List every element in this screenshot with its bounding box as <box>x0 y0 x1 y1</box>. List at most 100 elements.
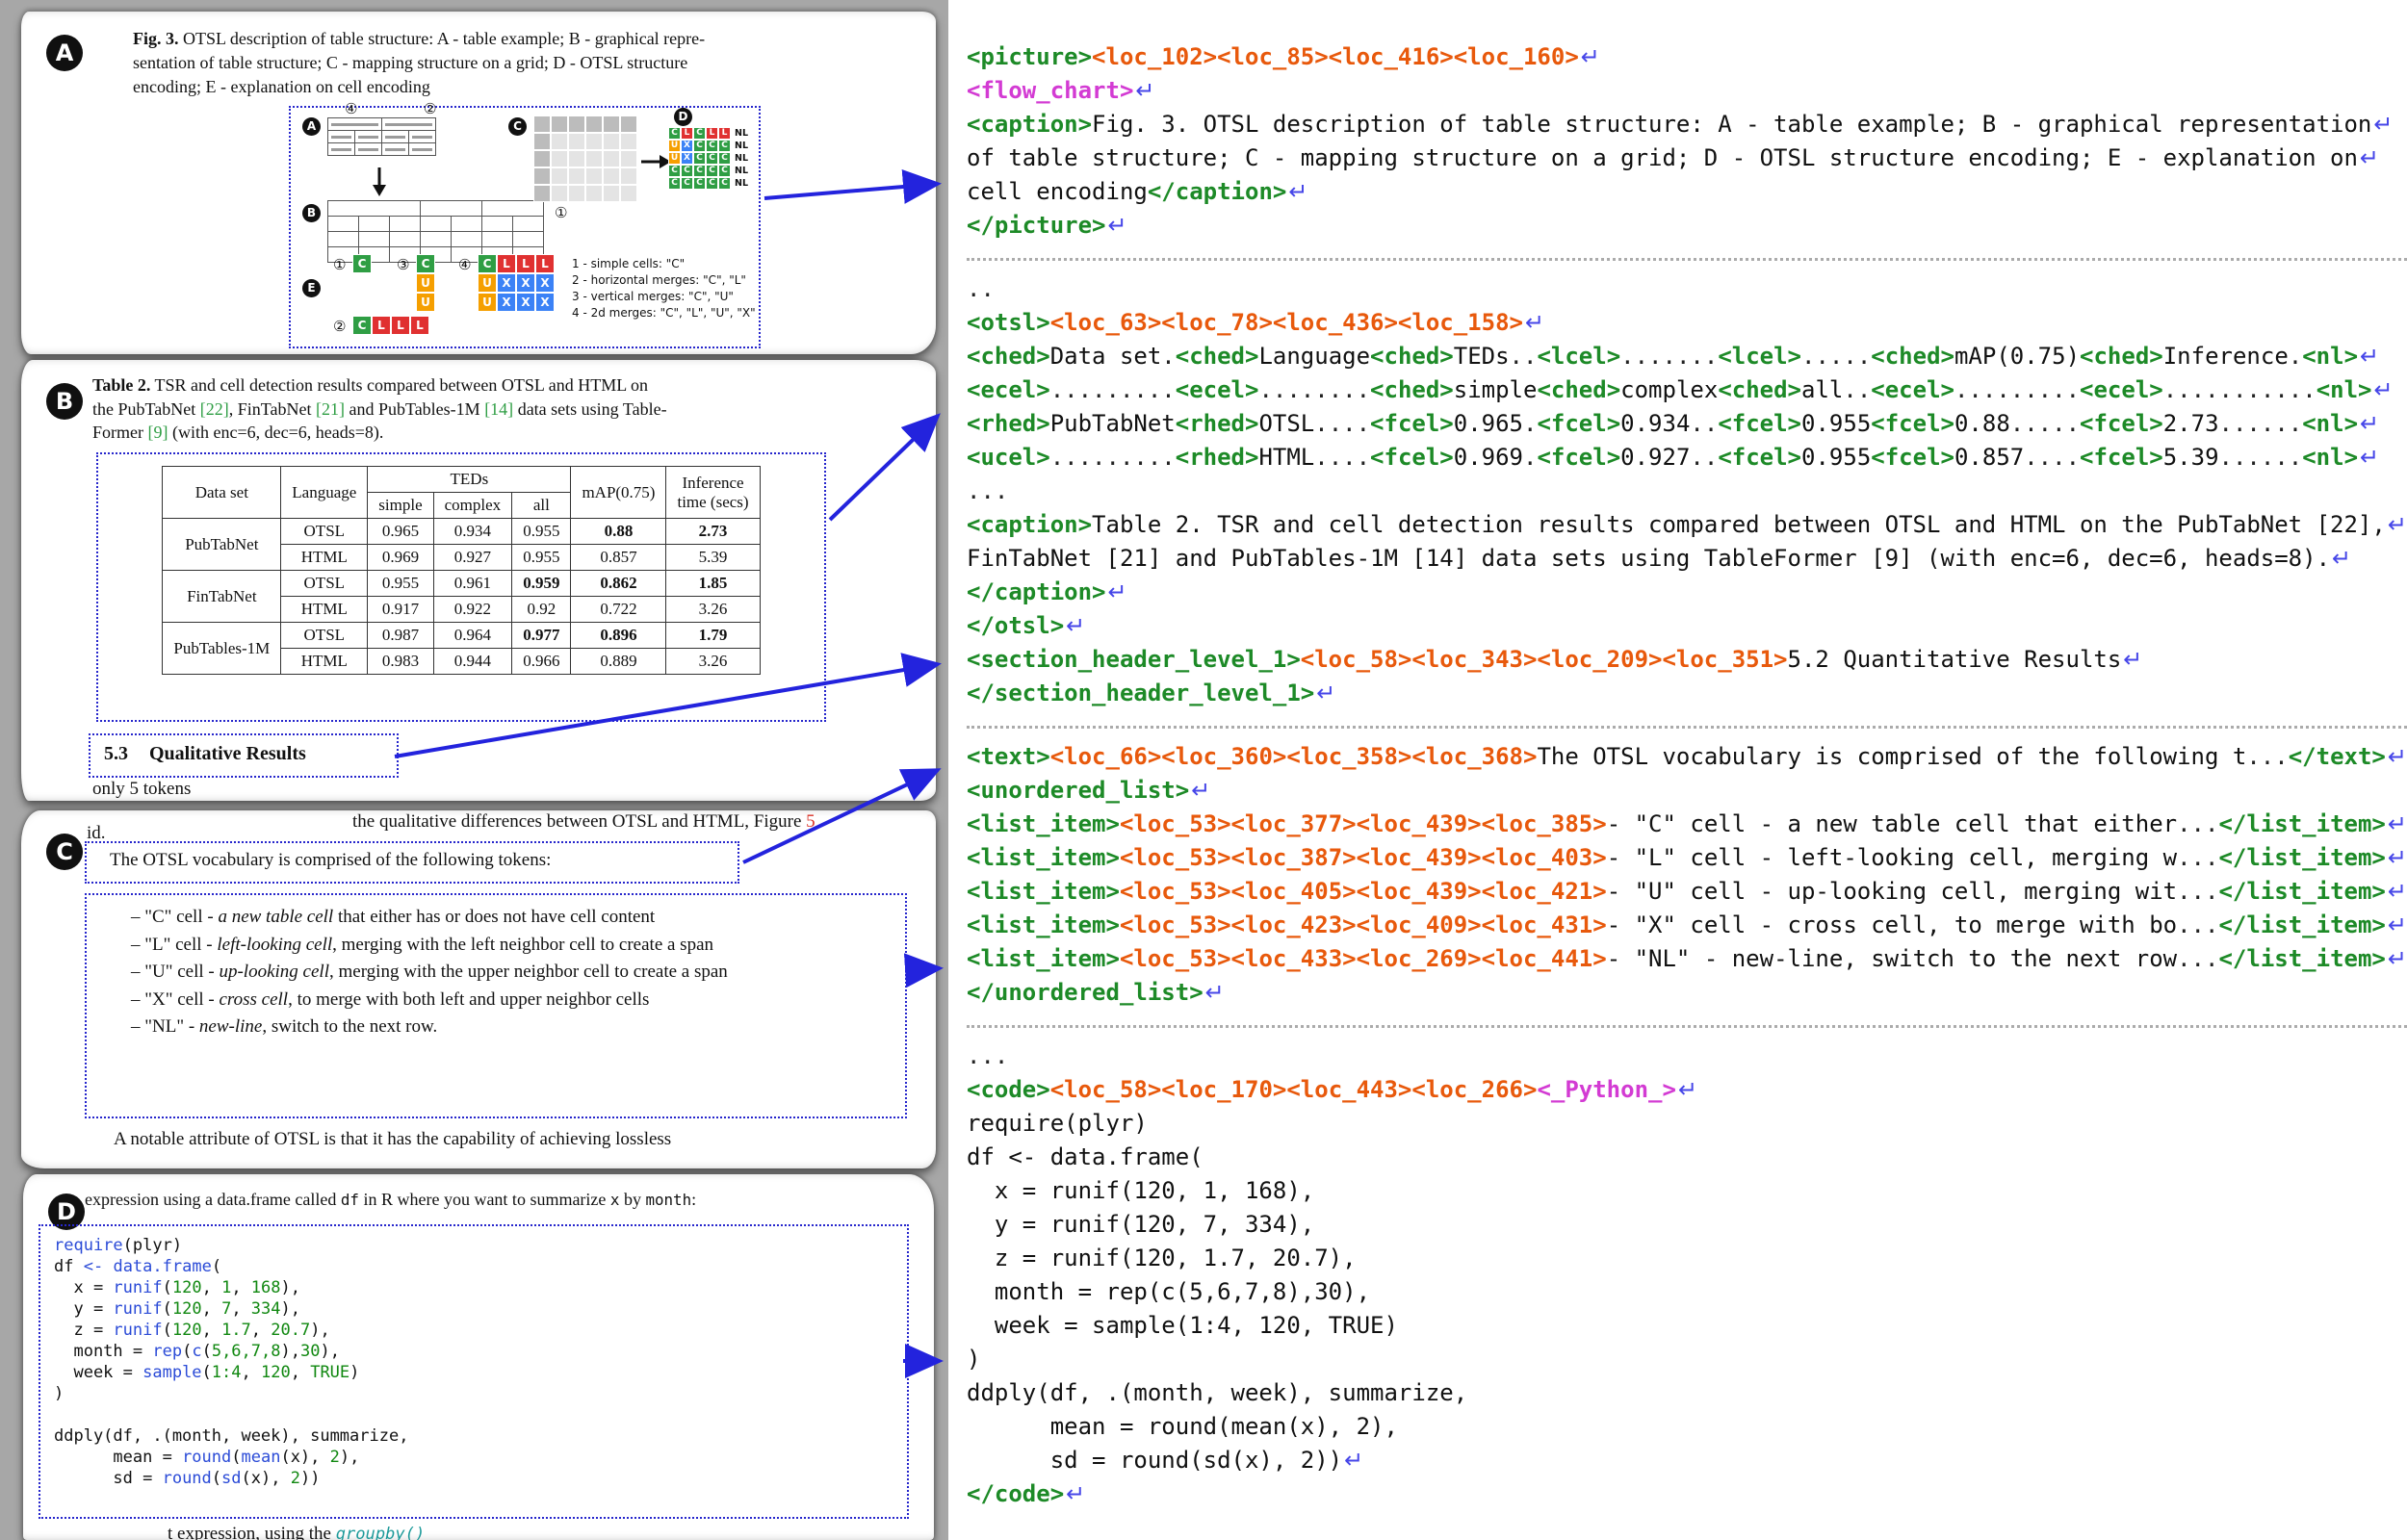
snippet-figure: A Fig. 3. OTSL description of table stru… <box>21 12 936 354</box>
text-segment: <loc_53><loc_377><loc_439><loc_385> <box>1120 810 1607 837</box>
text-segment: ), <box>320 1342 339 1361</box>
text-line: y = runif(120, 7, 334), <box>54 1298 893 1320</box>
text-segment: <fcel> <box>1537 444 1620 471</box>
text-segment: <ecel> <box>2080 376 2163 403</box>
table-example-mini <box>327 117 436 156</box>
text-segment: ), <box>281 1278 300 1297</box>
token-line: <ecel>.........<ecel>........<ched>simpl… <box>967 373 2407 407</box>
text-segment: Inference <box>2163 343 2289 370</box>
list-item: – "NL" - new-line, switch to the next ro… <box>110 1014 882 1040</box>
text-segment: ( <box>231 1448 241 1467</box>
text-segment: </caption> <box>967 578 1106 605</box>
text-segment: 0.955 <box>1801 410 1871 437</box>
return-icon: ↵ <box>1066 612 1085 639</box>
text-segment: ... <box>2177 911 2218 938</box>
text-segment: .. <box>1690 410 1718 437</box>
text-segment: 7 <box>221 1299 231 1319</box>
text-segment: . <box>2289 343 2302 370</box>
grid-row: CCCCCNL <box>668 165 748 177</box>
text-segment: [9] <box>148 423 168 442</box>
text-segment: . <box>1523 410 1537 437</box>
text-segment: ........... <box>2163 376 2316 403</box>
text-segment: ( <box>182 1342 192 1361</box>
text-segment: expression using a data.frame called <box>85 1190 341 1209</box>
text-segment: </list_item> <box>2218 810 2385 837</box>
text-segment: : <box>691 1190 696 1209</box>
example-3-cells: CUU <box>416 254 435 312</box>
grid-row: CLLL <box>352 316 429 335</box>
grid-row: CLCLLNL <box>668 127 748 140</box>
text-segment: week = <box>54 1363 142 1382</box>
section-header-region: 5.3Qualitative Results <box>89 733 399 778</box>
token-line: df <- data.frame( <box>967 1141 2407 1174</box>
text-segment: <loc_66><loc_360><loc_358><loc_368> <box>1050 743 1538 770</box>
text-segment: sd = round(sd(x), 2)) <box>967 1447 1342 1474</box>
return-icon: ↵ <box>2123 646 2142 673</box>
text-segment: ( <box>163 1299 172 1319</box>
vocab-list: – "C" cell - a new table cell that eithe… <box>110 905 882 1040</box>
text-segment: - "C" cell - a new table cell that eithe… <box>1607 810 2177 837</box>
text-segment: mAP(0.75) <box>1954 343 2080 370</box>
text-segment: 0.969 <box>1454 444 1523 471</box>
text-segment: ... <box>2177 810 2218 837</box>
text-segment: cell encoding <box>967 178 1148 205</box>
nl-label: NL <box>735 127 748 140</box>
text-segment: df <box>341 1191 359 1209</box>
text-segment: 5.2 Quantitative Results <box>1788 646 2122 673</box>
snippet-code: D expression using a data.frame called d… <box>23 1174 934 1540</box>
text-segment: <nl> <box>2316 376 2372 403</box>
token-line: <rhed>PubTabNet<rhed>OTSL....<fcel>0.965… <box>967 407 2407 441</box>
text-segment: sd <box>221 1469 241 1488</box>
text-segment: up-looking cell <box>219 962 329 982</box>
token-line: </otsl>↵ <box>967 609 2407 643</box>
text-segment: - "X" cell - cross cell, to merge with b… <box>1607 911 2177 938</box>
text-segment: <loc_58><loc_343><loc_209><loc_351> <box>1301 646 1788 673</box>
figure-3-diagram: A ④ ② B ① <box>289 106 761 348</box>
return-icon: ↵ <box>1678 1076 1697 1103</box>
return-icon: ↵ <box>2388 878 2407 905</box>
text-segment: 0.965 <box>1454 410 1523 437</box>
text-segment: <loc_53><loc_423><loc_409><loc_431> <box>1120 911 1607 938</box>
nl-label: NL <box>735 165 748 177</box>
table-2-caption: Table 2. TSR and cell detection results … <box>92 373 805 445</box>
return-icon: ↵ <box>2388 945 2407 972</box>
text-segment: <loc_63><loc_78><loc_436><loc_158> <box>1050 309 1523 336</box>
text-segment: , switch to the next row. <box>262 1016 437 1037</box>
token-section-1: <picture><loc_102><loc_85><loc_416><loc_… <box>967 33 2407 252</box>
token-line: </section_header_level_1>↵ <box>967 677 2407 710</box>
text-segment: in R where you want to summarize <box>359 1190 610 1209</box>
grid-row <box>533 116 637 133</box>
text-segment: <ucel> <box>967 444 1050 471</box>
grid-row: UXXX <box>478 293 555 312</box>
text-segment: the PubTabNet <box>92 399 200 419</box>
paper-snippets-pane: A Fig. 3. OTSL description of table stru… <box>0 0 948 1540</box>
token-line: </picture>↵ <box>967 209 2407 243</box>
text-segment: (with enc=6, dec=6, heads=8). <box>168 423 384 442</box>
example-1-cells: C <box>352 254 372 273</box>
return-icon: ↵ <box>1344 1447 1363 1474</box>
text-segment: ), <box>280 1342 299 1361</box>
nl-label: NL <box>735 177 748 190</box>
list-item: – "X" cell - cross cell, to merge with b… <box>110 988 882 1014</box>
text-segment: <fcel> <box>1370 444 1454 471</box>
snippet-text-list: C the qualitative differences between OT… <box>21 810 936 1168</box>
text-segment: <loc_58><loc_170><loc_443><loc_266> <box>1050 1076 1538 1103</box>
list-item: – "L" cell - left-looking cell, merging … <box>110 933 882 959</box>
token-line: cell encoding</caption>↵ <box>967 175 2407 209</box>
text-line <box>54 1404 893 1425</box>
text-line: ) <box>54 1383 893 1404</box>
text-segment: week = sample(1:4, 120, TRUE) <box>967 1312 1398 1339</box>
token-line: month = rep(c(5,6,7,8),30), <box>967 1275 2407 1309</box>
text-segment: </list_item> <box>2218 945 2385 972</box>
text-segment: <ched> <box>1537 376 1620 403</box>
text-segment: TRUE <box>310 1363 349 1382</box>
return-icon: ↵ <box>1108 578 1127 605</box>
text-segment: the qualitative differences between OTSL… <box>352 811 806 832</box>
text-line: ddply(df, .(month, week), summarize, <box>54 1425 893 1447</box>
subfigure-c-badge: C <box>508 117 527 136</box>
text-segment: df <- data.frame( <box>967 1143 1204 1170</box>
token-line: <list_item><loc_53><loc_387><loc_439><lo… <box>967 841 2407 875</box>
text-line: week = sample(1:4, 120, TRUE) <box>54 1362 893 1383</box>
text-segment: Table 2. TSR and cell detection results … <box>1092 511 2386 538</box>
text-segment: mean <box>242 1448 281 1467</box>
